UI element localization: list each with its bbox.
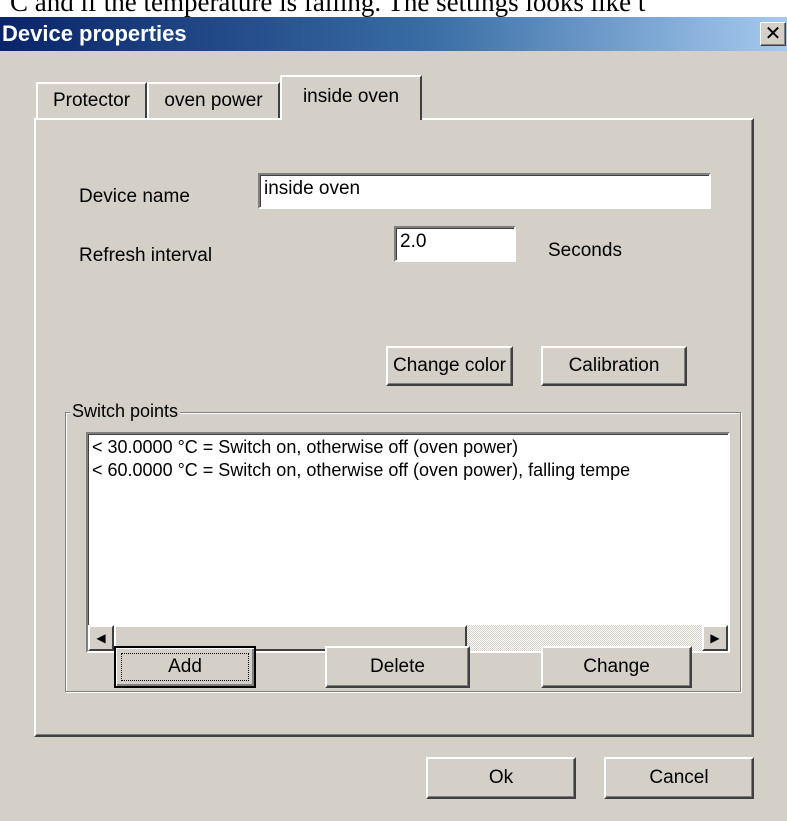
tab-oven-power[interactable]: oven power — [147, 82, 280, 120]
device-name-label: Device name — [79, 186, 190, 207]
change-button[interactable]: Change — [541, 646, 692, 688]
arrow-right-icon: ▶ — [710, 631, 720, 645]
title-bar[interactable]: Device properties ✕ — [0, 17, 787, 51]
switch-points-legend: Switch points — [70, 401, 181, 422]
list-item[interactable]: < 30.0000 °C = Switch on, otherwise off … — [88, 436, 728, 459]
tab-panel-inside-oven: Device name inside oven Refresh interval… — [34, 118, 754, 737]
switch-points-list[interactable]: < 30.0000 °C = Switch on, otherwise off … — [86, 432, 730, 653]
calibration-button[interactable]: Calibration — [541, 346, 687, 386]
tab-label: Protector — [52, 90, 131, 111]
change-color-button[interactable]: Change color — [386, 346, 513, 386]
refresh-unit-label: Seconds — [548, 240, 622, 261]
close-icon: ✕ — [764, 21, 782, 45]
list-item[interactable]: < 60.0000 °C = Switch on, otherwise off … — [88, 459, 728, 482]
arrow-left-icon: ◀ — [96, 631, 106, 645]
device-properties-dialog: Device properties ✕ Protector oven power… — [0, 17, 787, 821]
ok-button[interactable]: Ok — [426, 757, 576, 799]
tab-label: inside oven — [302, 86, 400, 107]
scroll-right-button[interactable]: ▶ — [702, 625, 728, 651]
refresh-interval-label: Refresh interval — [79, 245, 213, 266]
dialog-title: Device properties — [2, 21, 187, 46]
scroll-left-button[interactable]: ◀ — [88, 625, 114, 651]
add-button[interactable]: Add — [114, 646, 256, 688]
close-button[interactable]: ✕ — [760, 22, 786, 46]
delete-button[interactable]: Delete — [325, 646, 470, 688]
device-name-field[interactable]: inside oven — [258, 173, 711, 209]
tab-label: oven power — [164, 90, 263, 111]
refresh-interval-field[interactable]: 2.0 — [394, 226, 516, 262]
tab-inside-oven[interactable]: inside oven — [280, 75, 422, 120]
cancel-button[interactable]: Cancel — [604, 757, 754, 799]
tab-protector[interactable]: Protector — [36, 82, 147, 120]
